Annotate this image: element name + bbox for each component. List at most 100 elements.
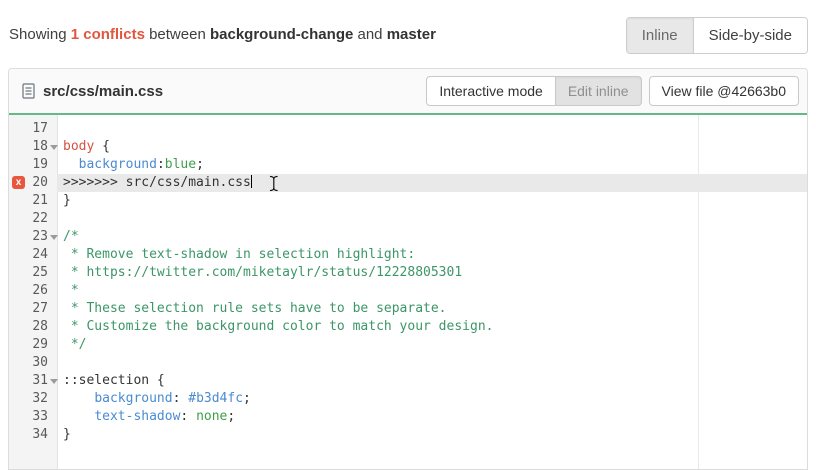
code-token: :	[173, 391, 189, 406]
code-token: * Customize the background color to matc…	[63, 319, 493, 334]
fold-arrow-icon[interactable]	[50, 235, 58, 240]
code-token: * Remove text-shadow in selection highli…	[63, 247, 415, 262]
branch-name-source: background-change	[210, 26, 353, 43]
file-info: src/css/main.css	[17, 83, 163, 100]
code-token: background	[94, 391, 172, 406]
file-panel-header: src/css/main.css Interactive mode Edit i…	[9, 69, 807, 115]
code-token: */	[63, 337, 86, 352]
code-line[interactable]: 21}	[9, 192, 807, 210]
code-line[interactable]: x20 >>>>>>> src/css/main.css	[9, 174, 807, 192]
branch-name-target: master	[387, 26, 436, 43]
inline-view-button[interactable]: Inline	[627, 18, 694, 53]
code-token	[63, 391, 94, 406]
code-token: :	[157, 157, 165, 172]
code-token: >>>>>>> src/css/main.css	[63, 175, 251, 190]
code-content[interactable]: * Customize the background color to matc…	[57, 318, 807, 336]
line-number: 27	[9, 300, 57, 318]
code-token: {	[94, 139, 110, 154]
code-content[interactable]: *	[57, 282, 807, 300]
code-content[interactable]: * https://twitter.com/miketaylr/status/1…	[57, 264, 807, 282]
code-line[interactable]: 34}	[9, 426, 807, 444]
code-line[interactable]: 31::selection {	[9, 372, 807, 390]
code-line[interactable]: 27 * These selection rule sets have to b…	[9, 300, 807, 318]
line-number: 21	[9, 192, 57, 210]
code-content[interactable]: ::selection {	[57, 372, 807, 390]
interactive-mode-button[interactable]: Interactive mode	[426, 76, 556, 106]
code-content[interactable]: background: #b3d4fc;	[57, 390, 807, 408]
file-header-actions: Interactive mode Edit inline View file @…	[426, 76, 799, 106]
fold-arrow-icon[interactable]	[50, 145, 58, 150]
code-line[interactable]: 33 text-shadow: none;	[9, 408, 807, 426]
code-content[interactable]: */	[57, 336, 807, 354]
line-number: 32	[9, 390, 57, 408]
code-line[interactable]: 26 *	[9, 282, 807, 300]
code-line[interactable]: 30	[9, 354, 807, 372]
code-line[interactable]: 29 */	[9, 336, 807, 354]
edit-inline-button[interactable]: Edit inline	[556, 76, 642, 106]
code-token: ;	[227, 409, 235, 424]
code-content[interactable]: }	[57, 426, 807, 444]
code-token: text-shadow	[94, 409, 180, 424]
code-token: none	[196, 409, 227, 424]
code-token: blue	[165, 157, 196, 172]
file-conflict-panel: src/css/main.css Interactive mode Edit i…	[8, 68, 808, 470]
code-content[interactable]: body {	[57, 138, 807, 156]
code-content[interactable]: }	[57, 192, 807, 210]
view-file-button[interactable]: View file @42663b0	[649, 76, 799, 106]
line-number: x20	[9, 174, 57, 192]
file-document-icon	[22, 83, 35, 99]
summary-middle: between	[149, 26, 206, 43]
code-line[interactable]: 23/*	[9, 228, 807, 246]
code-token: *	[63, 283, 79, 298]
code-content[interactable]: * Remove text-shadow in selection highli…	[57, 246, 807, 264]
code-token: ;	[196, 157, 204, 172]
code-line[interactable]: 24 * Remove text-shadow in selection hig…	[9, 246, 807, 264]
code-line[interactable]: 32 background: #b3d4fc;	[9, 390, 807, 408]
code-editor[interactable]: 161718body {19 background:blue;x20>>>>>>…	[9, 115, 807, 469]
code-line[interactable]: 22	[9, 210, 807, 228]
line-number: 30	[9, 354, 57, 372]
view-mode-toggle: Inline Side-by-side	[626, 17, 808, 54]
line-number: 29	[9, 336, 57, 354]
summary-prefix: Showing	[9, 26, 67, 43]
line-number: 34	[9, 426, 57, 444]
line-number: 17	[9, 120, 57, 138]
code-content[interactable]: text-shadow: none;	[57, 408, 807, 426]
code-token: body	[63, 139, 94, 154]
code-line[interactable]: 17	[9, 120, 807, 138]
side-by-side-view-button[interactable]: Side-by-side	[694, 18, 807, 53]
code-token: * https://twitter.com/miketaylr/status/1…	[63, 265, 462, 280]
code-token: ::selection {	[63, 373, 165, 388]
line-number: 19	[9, 156, 57, 174]
code-token: /*	[63, 229, 79, 244]
code-token: background	[79, 157, 157, 172]
code-token	[63, 409, 94, 424]
conflict-count: 1 conflicts	[71, 26, 145, 43]
code-content[interactable]	[57, 210, 807, 228]
summary-conjunction: and	[358, 26, 383, 43]
conflict-error-icon: x	[12, 176, 25, 189]
code-content[interactable]: background:blue;	[57, 156, 807, 174]
edit-mode-button-group: Interactive mode Edit inline	[426, 76, 641, 106]
code-content[interactable]	[57, 120, 807, 138]
code-token: * These selection rule sets have to be s…	[63, 301, 447, 316]
code-line[interactable]: 18body {	[9, 138, 807, 156]
code-line[interactable]: 25 * https://twitter.com/miketaylr/statu…	[9, 264, 807, 282]
code-content[interactable]: >>>>>>> src/css/main.css	[57, 174, 807, 192]
code-content[interactable]: * These selection rule sets have to be s…	[57, 300, 807, 318]
code-line[interactable]: 19 background:blue;	[9, 156, 807, 174]
code-token: :	[180, 409, 196, 424]
line-number: 22	[9, 210, 57, 228]
line-number: 28	[9, 318, 57, 336]
code-line[interactable]: 28 * Customize the background color to m…	[9, 318, 807, 336]
code-token: #b3d4fc	[188, 391, 243, 406]
line-number: 25	[9, 264, 57, 282]
code-content[interactable]	[57, 354, 807, 372]
fold-arrow-icon[interactable]	[50, 379, 58, 384]
code-content[interactable]: /*	[57, 228, 807, 246]
line-number: 26	[9, 282, 57, 300]
code-token: }	[63, 427, 71, 442]
line-number: 33	[9, 408, 57, 426]
conflict-summary: Showing 1 conflicts between background-c…	[9, 26, 436, 43]
line-number: 24	[9, 246, 57, 264]
